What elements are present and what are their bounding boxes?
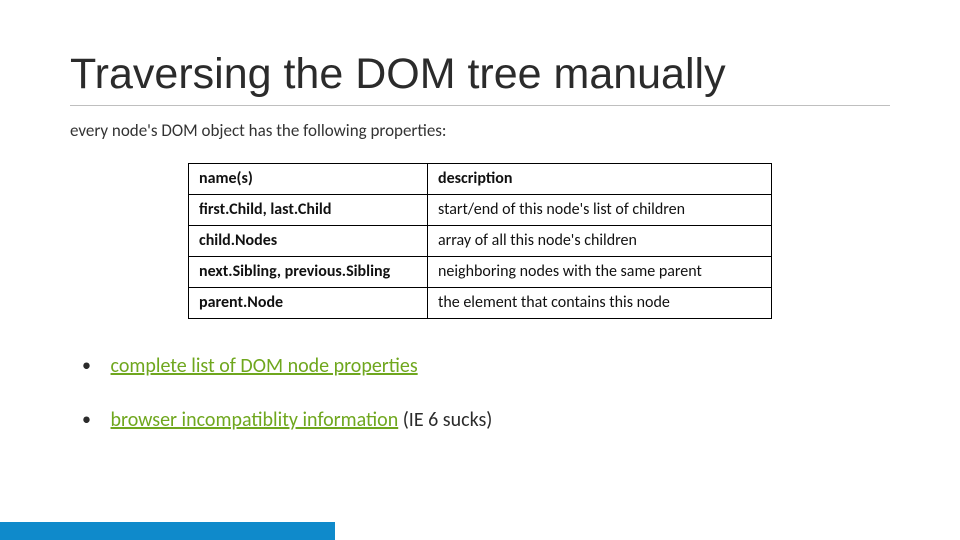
browser-incompat-link[interactable]: browser incompatiblity information xyxy=(111,408,399,432)
dom-properties-link[interactable]: complete list of DOM node properties xyxy=(111,354,418,378)
cell-name: first.Child, last.Child xyxy=(189,195,428,226)
header-name: name(s) xyxy=(189,164,428,195)
intro-text: every node's DOM object has the followin… xyxy=(70,120,890,141)
table-row: next.Sibling, previous.Sibling neighbori… xyxy=(189,257,772,288)
table-row: first.Child, last.Child start/end of thi… xyxy=(189,195,772,226)
list-item: browser incompatiblity information (IE 6… xyxy=(82,407,890,433)
cell-desc: the element that contains this node xyxy=(428,288,772,319)
cell-desc: neighboring nodes with the same parent xyxy=(428,257,772,288)
cell-desc: array of all this node's children xyxy=(428,226,772,257)
table-row: parent.Node the element that contains th… xyxy=(189,288,772,319)
title-underline xyxy=(70,105,890,106)
bullet-list: complete list of DOM node properties bro… xyxy=(70,353,890,433)
footer-accent-bar xyxy=(0,522,335,540)
slide-title: Traversing the DOM tree manually xyxy=(70,50,890,99)
header-desc: description xyxy=(428,164,772,195)
cell-name: parent.Node xyxy=(189,288,428,319)
slide: Traversing the DOM tree manually every n… xyxy=(0,0,960,540)
cell-name: next.Sibling, previous.Sibling xyxy=(189,257,428,288)
list-item-tail: (IE 6 sucks) xyxy=(398,408,492,432)
properties-table-wrap: name(s) description first.Child, last.Ch… xyxy=(70,163,890,319)
table-row: child.Nodes array of all this node's chi… xyxy=(189,226,772,257)
table-header-row: name(s) description xyxy=(189,164,772,195)
cell-name: child.Nodes xyxy=(189,226,428,257)
list-item: complete list of DOM node properties xyxy=(82,353,890,379)
cell-desc: start/end of this node's list of childre… xyxy=(428,195,772,226)
properties-table: name(s) description first.Child, last.Ch… xyxy=(188,163,772,319)
